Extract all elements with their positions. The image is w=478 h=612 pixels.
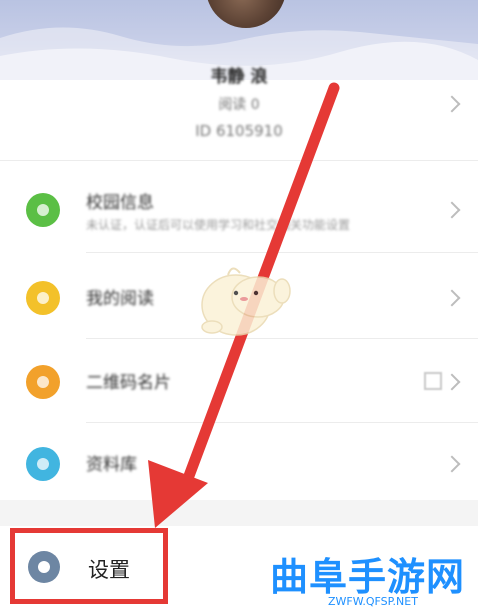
watermark-title: 曲阜手游网 bbox=[270, 554, 466, 599]
mascot-watermark bbox=[201, 267, 291, 336]
watermark-url: ZWFW.QFSP.NET bbox=[328, 595, 418, 608]
